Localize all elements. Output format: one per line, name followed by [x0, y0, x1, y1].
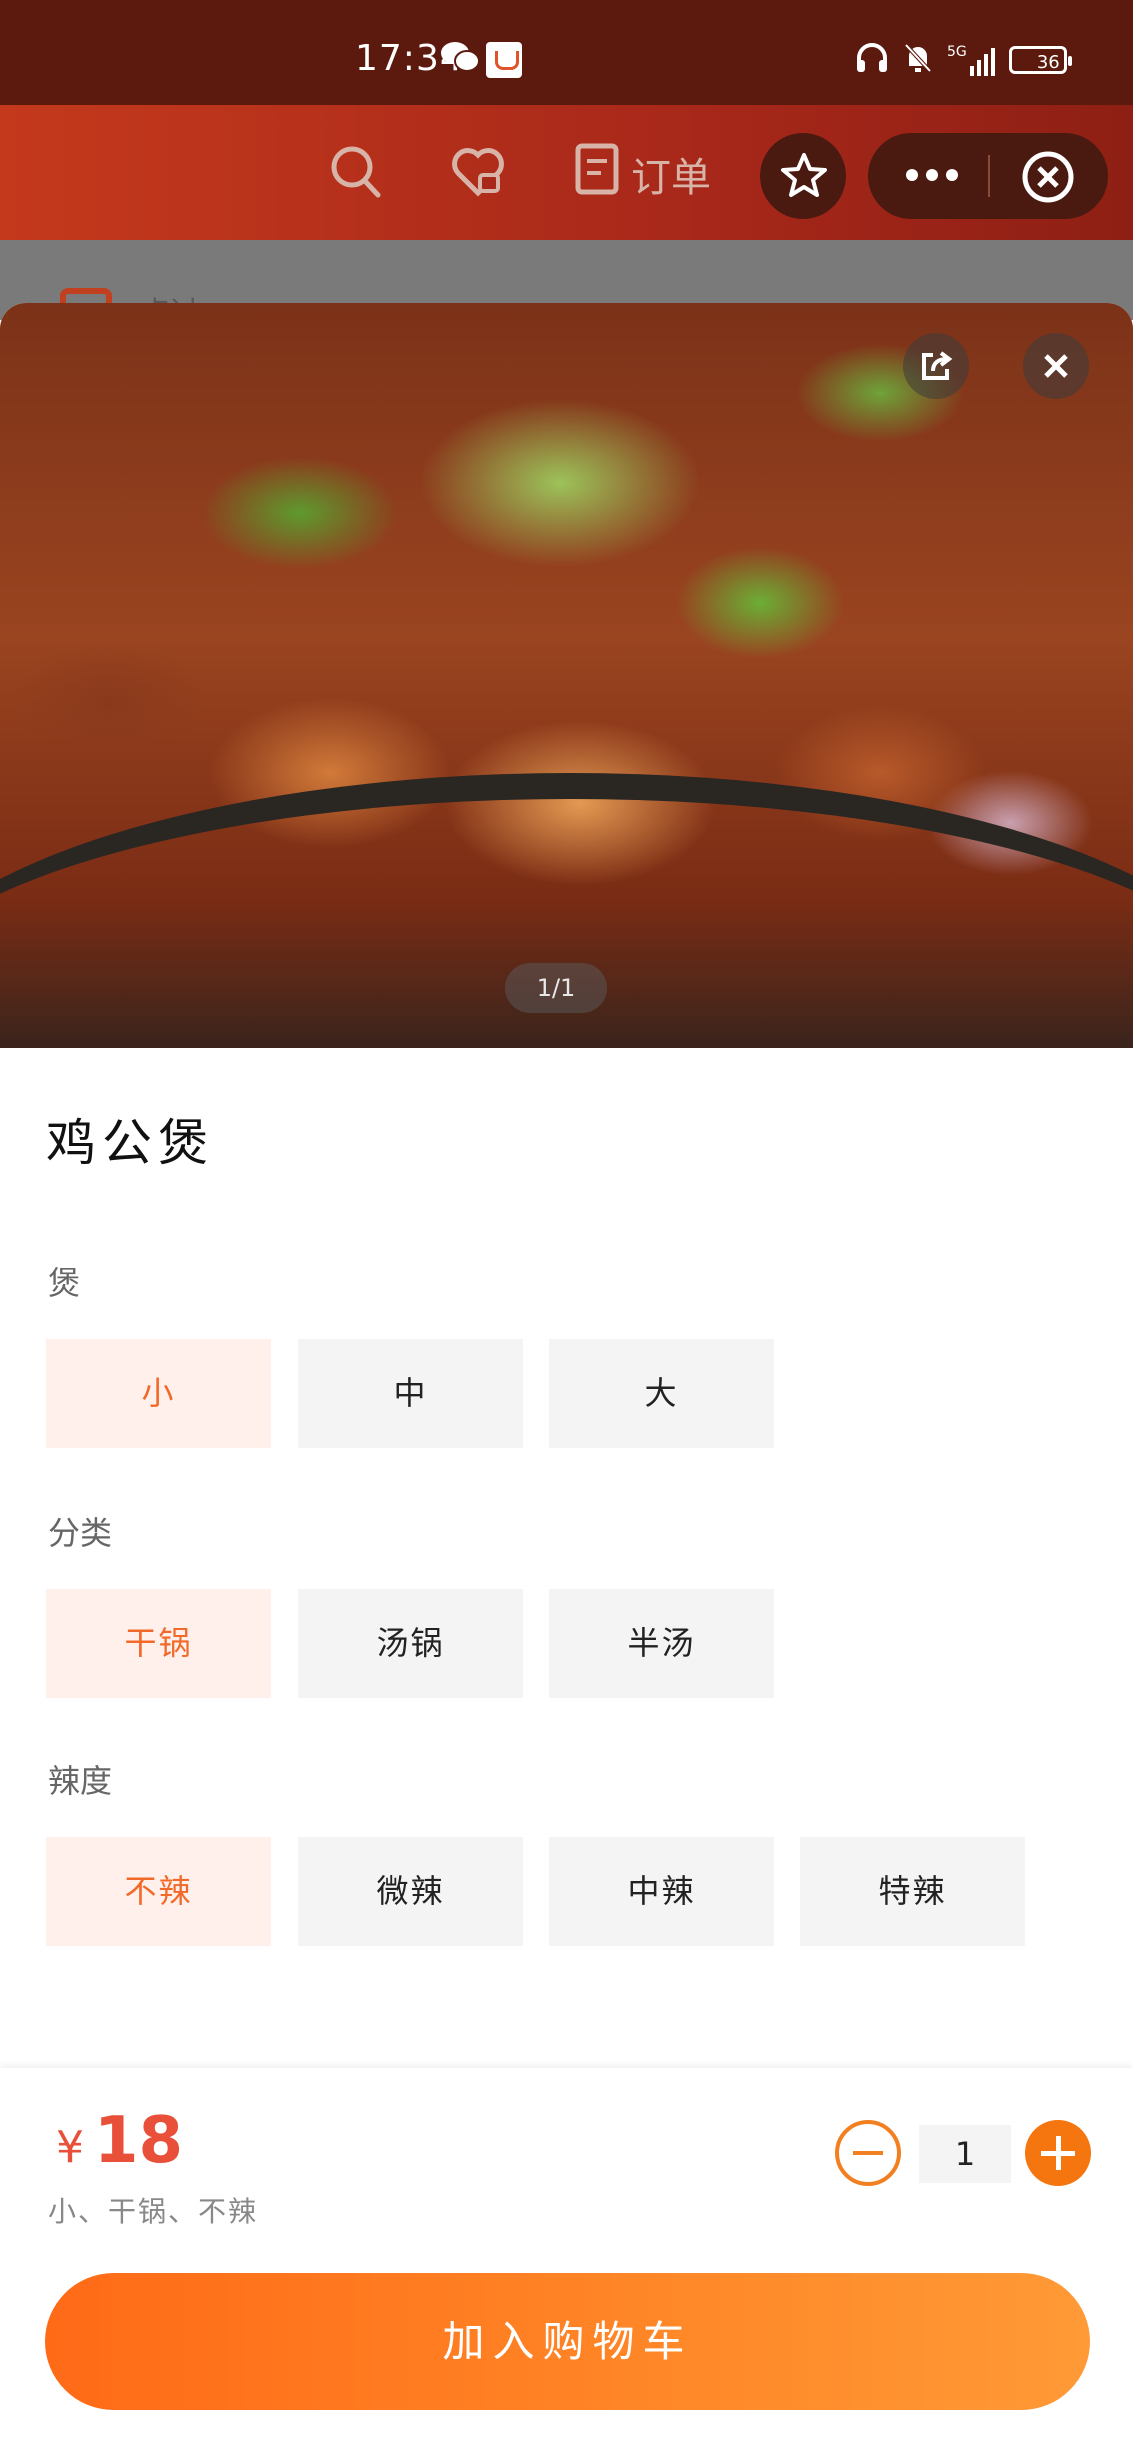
dish-photo: 1/1 [0, 303, 1133, 1048]
option-spice-medium[interactable]: 中辣 [549, 1837, 774, 1946]
heart-icon[interactable] [450, 145, 506, 203]
order-list-icon [575, 143, 619, 205]
add-to-cart-button[interactable]: 加入购物车 [45, 2273, 1090, 2410]
selection-summary: 小、干锅、不辣 [48, 2195, 259, 2228]
share-button[interactable] [903, 333, 969, 399]
increase-quantity-button[interactable] [1025, 2120, 1091, 2186]
dish-title: 鸡公煲 [46, 1114, 214, 1172]
network-type: 5G [947, 44, 967, 60]
option-label-category: 分类 [48, 1514, 113, 1552]
mini-program-capsule [868, 133, 1108, 219]
headphones-icon [855, 42, 889, 78]
mute-bell-icon [903, 42, 933, 78]
option-size-large[interactable]: 大 [549, 1339, 774, 1448]
currency-symbol: ¥ [56, 2122, 84, 2173]
photo-counter: 1/1 [505, 963, 607, 1013]
status-bar: 17:34 5G 36 [0, 0, 1133, 105]
orders-button[interactable]: 订单 [575, 143, 711, 205]
battery-icon: 36 [1008, 46, 1072, 74]
wechat-icon [440, 40, 480, 74]
option-spice-none[interactable]: 不辣 [46, 1837, 271, 1946]
option-category-soup-pot[interactable]: 汤锅 [298, 1589, 523, 1698]
status-indicators: 5G 36 [855, 38, 1072, 82]
cart-footer: ¥ 18 小、干锅、不辣 1 加入购物车 [0, 2068, 1133, 2453]
price-amount: 18 [94, 2104, 184, 2178]
share-icon [919, 349, 953, 387]
option-spice-mild[interactable]: 微辣 [298, 1837, 523, 1946]
option-label-size: 煲 [48, 1264, 81, 1302]
app-header: 订单 [0, 105, 1133, 240]
option-category-half-soup[interactable]: 半汤 [549, 1589, 774, 1698]
option-size-small[interactable]: 小 [46, 1339, 271, 1448]
option-category-dry-pot[interactable]: 干锅 [46, 1589, 271, 1698]
close-mini-program-icon[interactable] [1021, 150, 1075, 208]
app-notification-icon [486, 42, 522, 78]
close-sheet-button[interactable] [1023, 333, 1089, 399]
favorite-button[interactable] [760, 133, 846, 219]
capsule-divider [988, 155, 990, 197]
price: ¥ 18 [56, 2104, 183, 2178]
option-spice-extra-hot[interactable]: 特辣 [800, 1837, 1025, 1946]
more-icon[interactable] [904, 167, 960, 187]
close-icon [1043, 353, 1069, 383]
option-label-spice: 辣度 [48, 1762, 113, 1800]
option-size-medium[interactable]: 中 [298, 1339, 523, 1448]
orders-label: 订单 [631, 155, 711, 201]
search-icon[interactable] [330, 145, 382, 205]
quantity-value[interactable]: 1 [919, 2125, 1011, 2183]
signal-icon: 5G [947, 44, 995, 76]
decrease-quantity-button[interactable] [835, 2120, 901, 2186]
star-icon [779, 151, 829, 205]
